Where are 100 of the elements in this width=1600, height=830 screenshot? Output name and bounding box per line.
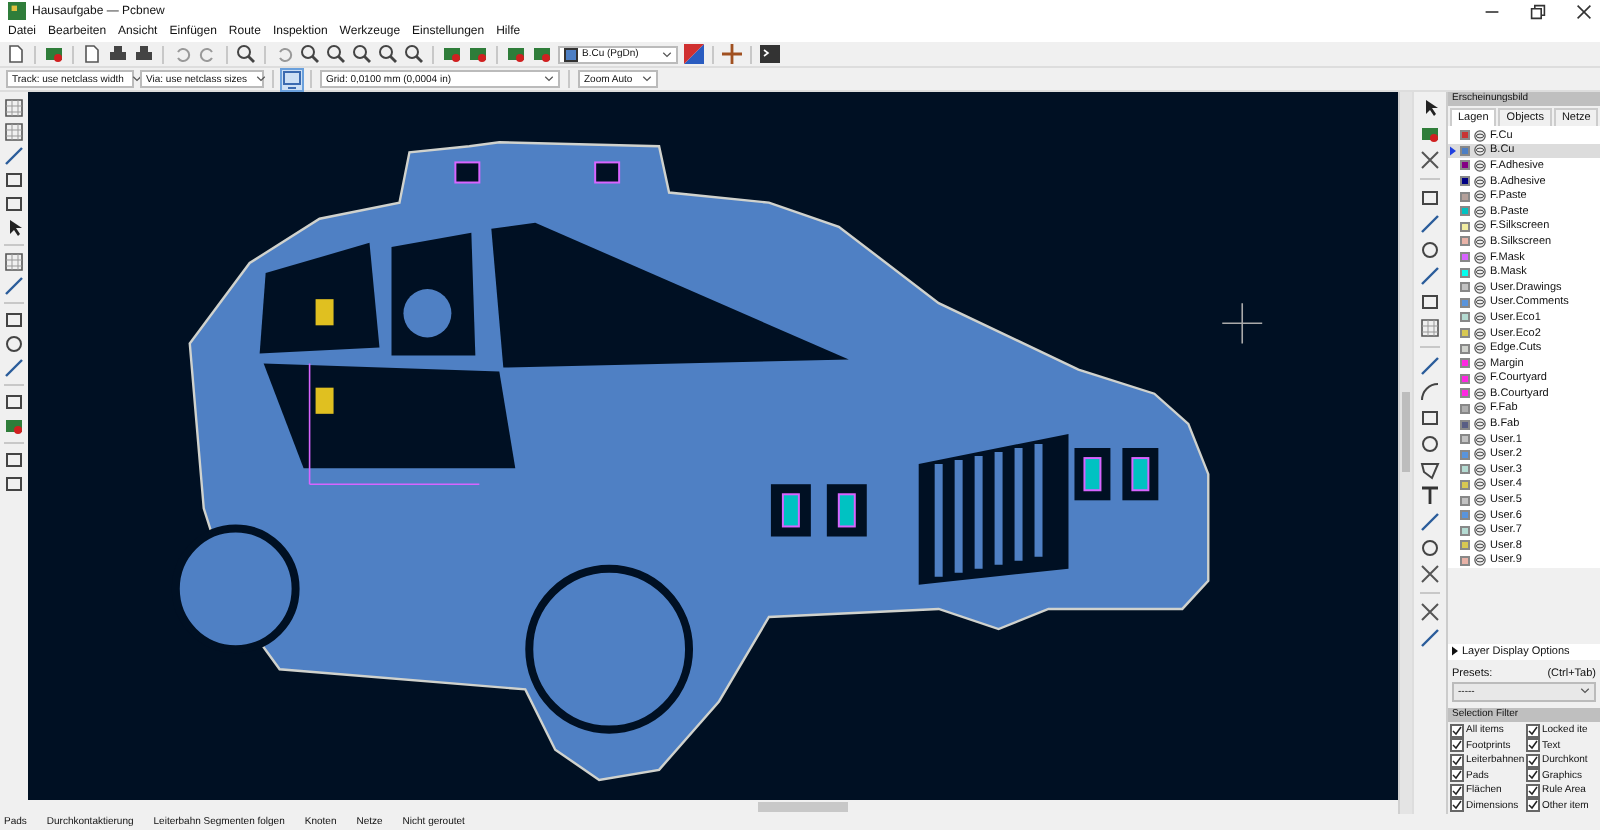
caret-icon	[662, 51, 672, 57]
layer-color-swatch[interactable]	[1460, 312, 1470, 323]
restore-icon[interactable]	[1530, 3, 1546, 19]
select-icon[interactable]	[1420, 98, 1440, 118]
layer-color-swatch[interactable]	[1460, 358, 1470, 369]
layer-color-swatch[interactable]	[1460, 328, 1470, 339]
layer-color-swatch[interactable]	[1460, 419, 1470, 430]
eye-icon[interactable]	[1474, 175, 1486, 188]
eye-icon[interactable]	[1474, 311, 1486, 324]
eye-icon[interactable]	[1474, 418, 1486, 431]
eye-icon[interactable]	[1474, 554, 1486, 567]
eye-icon[interactable]	[1474, 387, 1486, 400]
zoom-area-icon[interactable]	[404, 44, 424, 64]
text-icon[interactable]	[1420, 486, 1440, 506]
vertical-scrollbar[interactable]	[1398, 92, 1412, 814]
eye-icon[interactable]	[1474, 342, 1486, 355]
search-icon[interactable]	[236, 44, 256, 64]
caret-icon	[642, 76, 652, 82]
eye-icon[interactable]	[1474, 144, 1486, 157]
caret-icon	[131, 76, 142, 82]
eye-icon[interactable]	[1474, 372, 1486, 385]
eye-icon[interactable]	[1474, 266, 1486, 279]
circle-icon[interactable]	[1420, 434, 1440, 454]
eye-icon[interactable]	[1474, 281, 1486, 294]
pcb-canvas[interactable]	[28, 92, 1398, 800]
app-icon	[8, 2, 26, 20]
layer-color-swatch[interactable]	[1460, 403, 1470, 414]
checkbox[interactable]	[1450, 768, 1464, 782]
eye-icon[interactable]	[1474, 524, 1486, 537]
eye-icon[interactable]	[1474, 463, 1486, 476]
eye-icon[interactable]	[1474, 220, 1486, 233]
layer-color-swatch[interactable]	[1460, 267, 1470, 278]
checkbox[interactable]	[1526, 768, 1540, 782]
checkbox[interactable]	[1450, 738, 1464, 752]
layer-color-swatch[interactable]	[1460, 297, 1470, 308]
crosshair-cursor-icon	[1221, 302, 1263, 345]
eye-icon[interactable]	[1474, 159, 1486, 172]
eye-icon[interactable]	[1474, 327, 1486, 340]
eye-icon[interactable]	[1474, 433, 1486, 446]
polygon-icon[interactable]	[1420, 460, 1440, 480]
zoom-out-icon[interactable]	[326, 44, 346, 64]
layer-color-swatch[interactable]	[1460, 221, 1470, 232]
layer-color-swatch[interactable]	[1460, 510, 1470, 521]
layer-color-swatch[interactable]	[1460, 252, 1470, 263]
layer-color-swatch[interactable]	[1460, 388, 1470, 399]
layer-color-swatch[interactable]	[1460, 282, 1470, 293]
auto-width-icon[interactable]	[282, 69, 302, 89]
layer-color-swatch[interactable]	[1460, 191, 1470, 202]
layer-color-swatch[interactable]	[1460, 434, 1470, 445]
eye-icon[interactable]	[1474, 509, 1486, 522]
print-icon[interactable]	[108, 44, 128, 64]
checkbox[interactable]	[1526, 753, 1540, 767]
layer-color-swatch[interactable]	[1460, 206, 1470, 217]
checkbox[interactable]	[1450, 723, 1464, 737]
layer-color-swatch[interactable]	[1460, 479, 1470, 490]
zoom-fit-icon[interactable]	[352, 44, 372, 64]
caret-icon	[544, 76, 554, 82]
console-icon[interactable]	[760, 44, 780, 64]
eye-icon[interactable]	[1474, 402, 1486, 415]
eye-icon[interactable]	[1474, 448, 1486, 461]
zoom-in-icon[interactable]	[300, 44, 320, 64]
eye-icon[interactable]	[1474, 478, 1486, 491]
layer-color-swatch[interactable]	[1460, 373, 1470, 384]
layer-color-swatch[interactable]	[1460, 449, 1470, 460]
layer-color-swatch[interactable]	[1460, 343, 1470, 354]
checkbox[interactable]	[1526, 738, 1540, 752]
layer-color-swatch[interactable]	[1460, 176, 1470, 187]
checkbox[interactable]	[1526, 798, 1540, 812]
eye-icon[interactable]	[1474, 357, 1486, 370]
plot-icon[interactable]	[134, 44, 154, 64]
arc-icon[interactable]	[1420, 382, 1440, 402]
eye-icon[interactable]	[1474, 539, 1486, 552]
layer-color-swatch[interactable]	[1460, 130, 1470, 141]
eye-icon[interactable]	[1474, 235, 1486, 248]
layer-color-swatch[interactable]	[1460, 145, 1470, 156]
checkbox[interactable]	[1450, 783, 1464, 797]
checkbox[interactable]	[1526, 723, 1540, 737]
zoom-object-icon[interactable]	[378, 44, 398, 64]
layer-color-swatch[interactable]	[1460, 540, 1470, 551]
layer-color-swatch[interactable]	[1460, 464, 1470, 475]
line-icon[interactable]	[1420, 356, 1440, 376]
layer-color-swatch[interactable]	[1460, 160, 1470, 171]
eye-icon[interactable]	[1474, 129, 1486, 142]
layer-color-swatch[interactable]	[1460, 495, 1470, 506]
eye-icon[interactable]	[1474, 251, 1486, 264]
checkbox[interactable]	[1526, 783, 1540, 797]
layer-color-swatch[interactable]	[1460, 555, 1470, 566]
cursor-icon[interactable]	[4, 218, 24, 238]
checkbox[interactable]	[1450, 753, 1464, 767]
grid-icon[interactable]	[4, 98, 24, 118]
scripting-icon[interactable]	[722, 44, 742, 64]
close-icon[interactable]	[1576, 3, 1592, 19]
checkbox[interactable]	[1450, 798, 1464, 812]
eye-icon[interactable]	[1474, 494, 1486, 507]
eye-icon[interactable]	[1474, 296, 1486, 309]
eye-icon[interactable]	[1474, 190, 1486, 203]
rectangle-icon[interactable]	[1420, 408, 1440, 428]
eye-icon[interactable]	[1474, 205, 1486, 218]
layer-color-swatch[interactable]	[1460, 236, 1470, 247]
layer-color-swatch[interactable]	[1460, 525, 1470, 536]
